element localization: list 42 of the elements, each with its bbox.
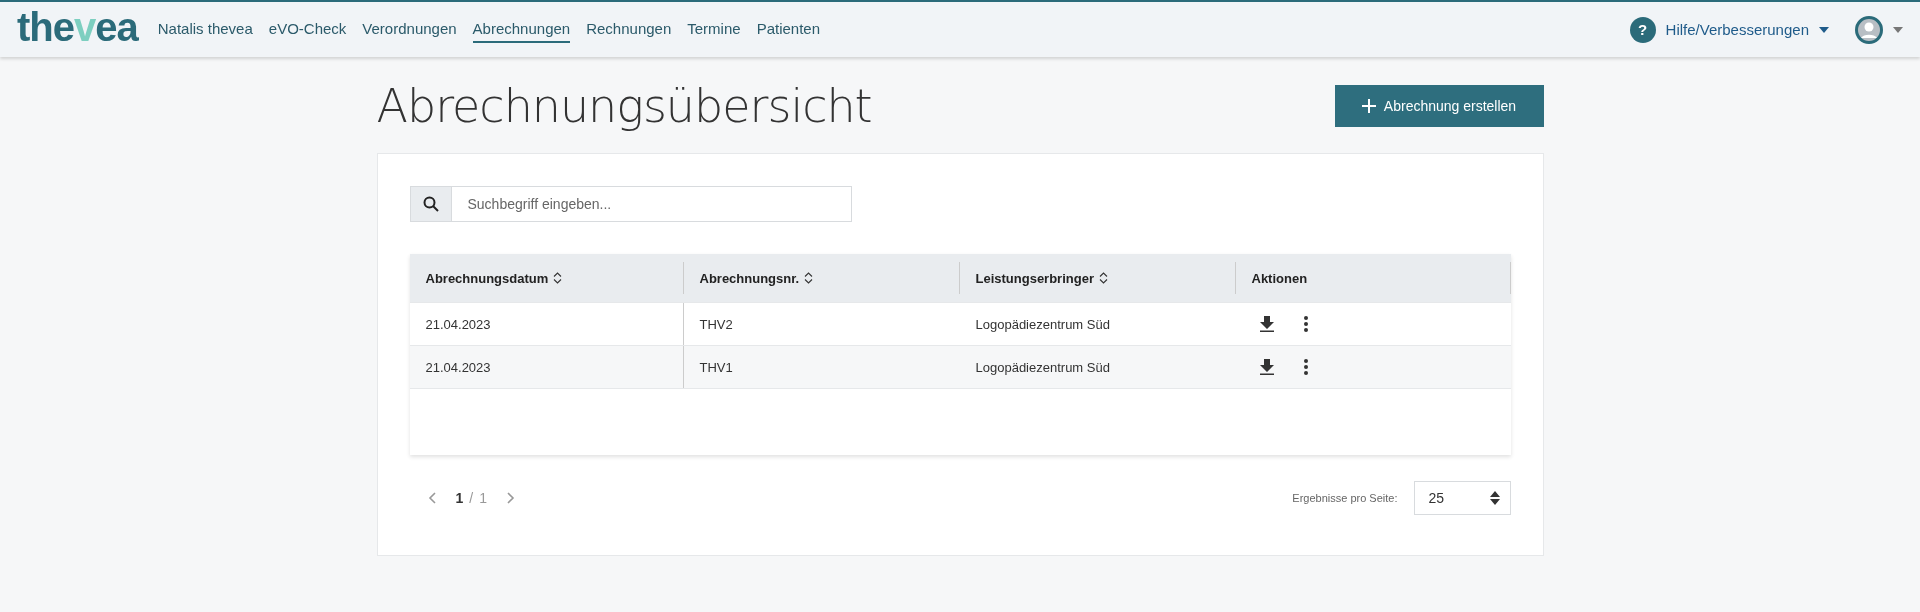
column-header[interactable]: Abrechnungsnr. — [683, 262, 960, 294]
nav-link[interactable]: Patienten — [756, 16, 820, 43]
page-size-label: Ergebnisse pro Seite: — [1292, 492, 1398, 504]
avatar-icon — [1855, 15, 1883, 44]
table-cell-text: Logopädiezentrum Süd — [974, 315, 1111, 334]
page-size-select[interactable]: 25 — [1413, 481, 1511, 515]
more-button[interactable] — [1301, 314, 1310, 334]
search-icon — [422, 196, 439, 212]
column-header: Aktionen — [1235, 262, 1511, 294]
nav-link[interactable]: Verordnungen — [362, 16, 457, 43]
plus-icon — [1361, 99, 1376, 113]
page-title: Abrechnungsübersicht — [376, 79, 872, 133]
table-cell-text: THV2 — [698, 315, 734, 334]
nav-link[interactable]: Termine — [687, 16, 741, 43]
caret-icon — [1893, 26, 1903, 33]
column-header[interactable]: Leistungserbringer — [959, 262, 1236, 294]
more-button[interactable] — [1301, 357, 1310, 377]
caret-icon — [1819, 26, 1829, 33]
table-cell: 21.04.2023 — [409, 346, 684, 388]
current-page: 1 — [455, 490, 464, 506]
user-menu[interactable] — [1855, 15, 1903, 44]
page-separator: / — [469, 490, 474, 506]
nav-link[interactable]: Rechnungen — [586, 16, 672, 43]
download-button[interactable] — [1257, 314, 1276, 334]
sort-icon[interactable] — [1098, 272, 1108, 284]
sort-icon — [1489, 491, 1500, 505]
table-cell-text: Logopädiezentrum Süd — [974, 358, 1111, 377]
table-cell-text: THV1 — [698, 358, 734, 377]
logo: thevea — [17, 5, 138, 50]
nav-link[interactable]: eVO-Check — [268, 16, 347, 43]
nav-link[interactable]: Natalis thevea — [157, 16, 253, 43]
total-pages: 1 — [479, 490, 487, 506]
help-menu[interactable]: ? Hilfe/Verbesserungen — [1629, 16, 1829, 43]
nav-link[interactable]: Abrechnungen — [472, 16, 571, 43]
column-header[interactable]: Abrechnungsdatum — [409, 262, 684, 294]
help-icon: ? — [1629, 16, 1656, 43]
sort-icon[interactable] — [553, 272, 563, 284]
sort-icon[interactable] — [804, 272, 814, 284]
next-page-button[interactable] — [505, 490, 517, 506]
download-button[interactable] — [1257, 357, 1276, 377]
table-cell: 21.04.2023 — [409, 303, 684, 345]
create-button[interactable]: Abrechnung erstellen — [1334, 85, 1544, 127]
